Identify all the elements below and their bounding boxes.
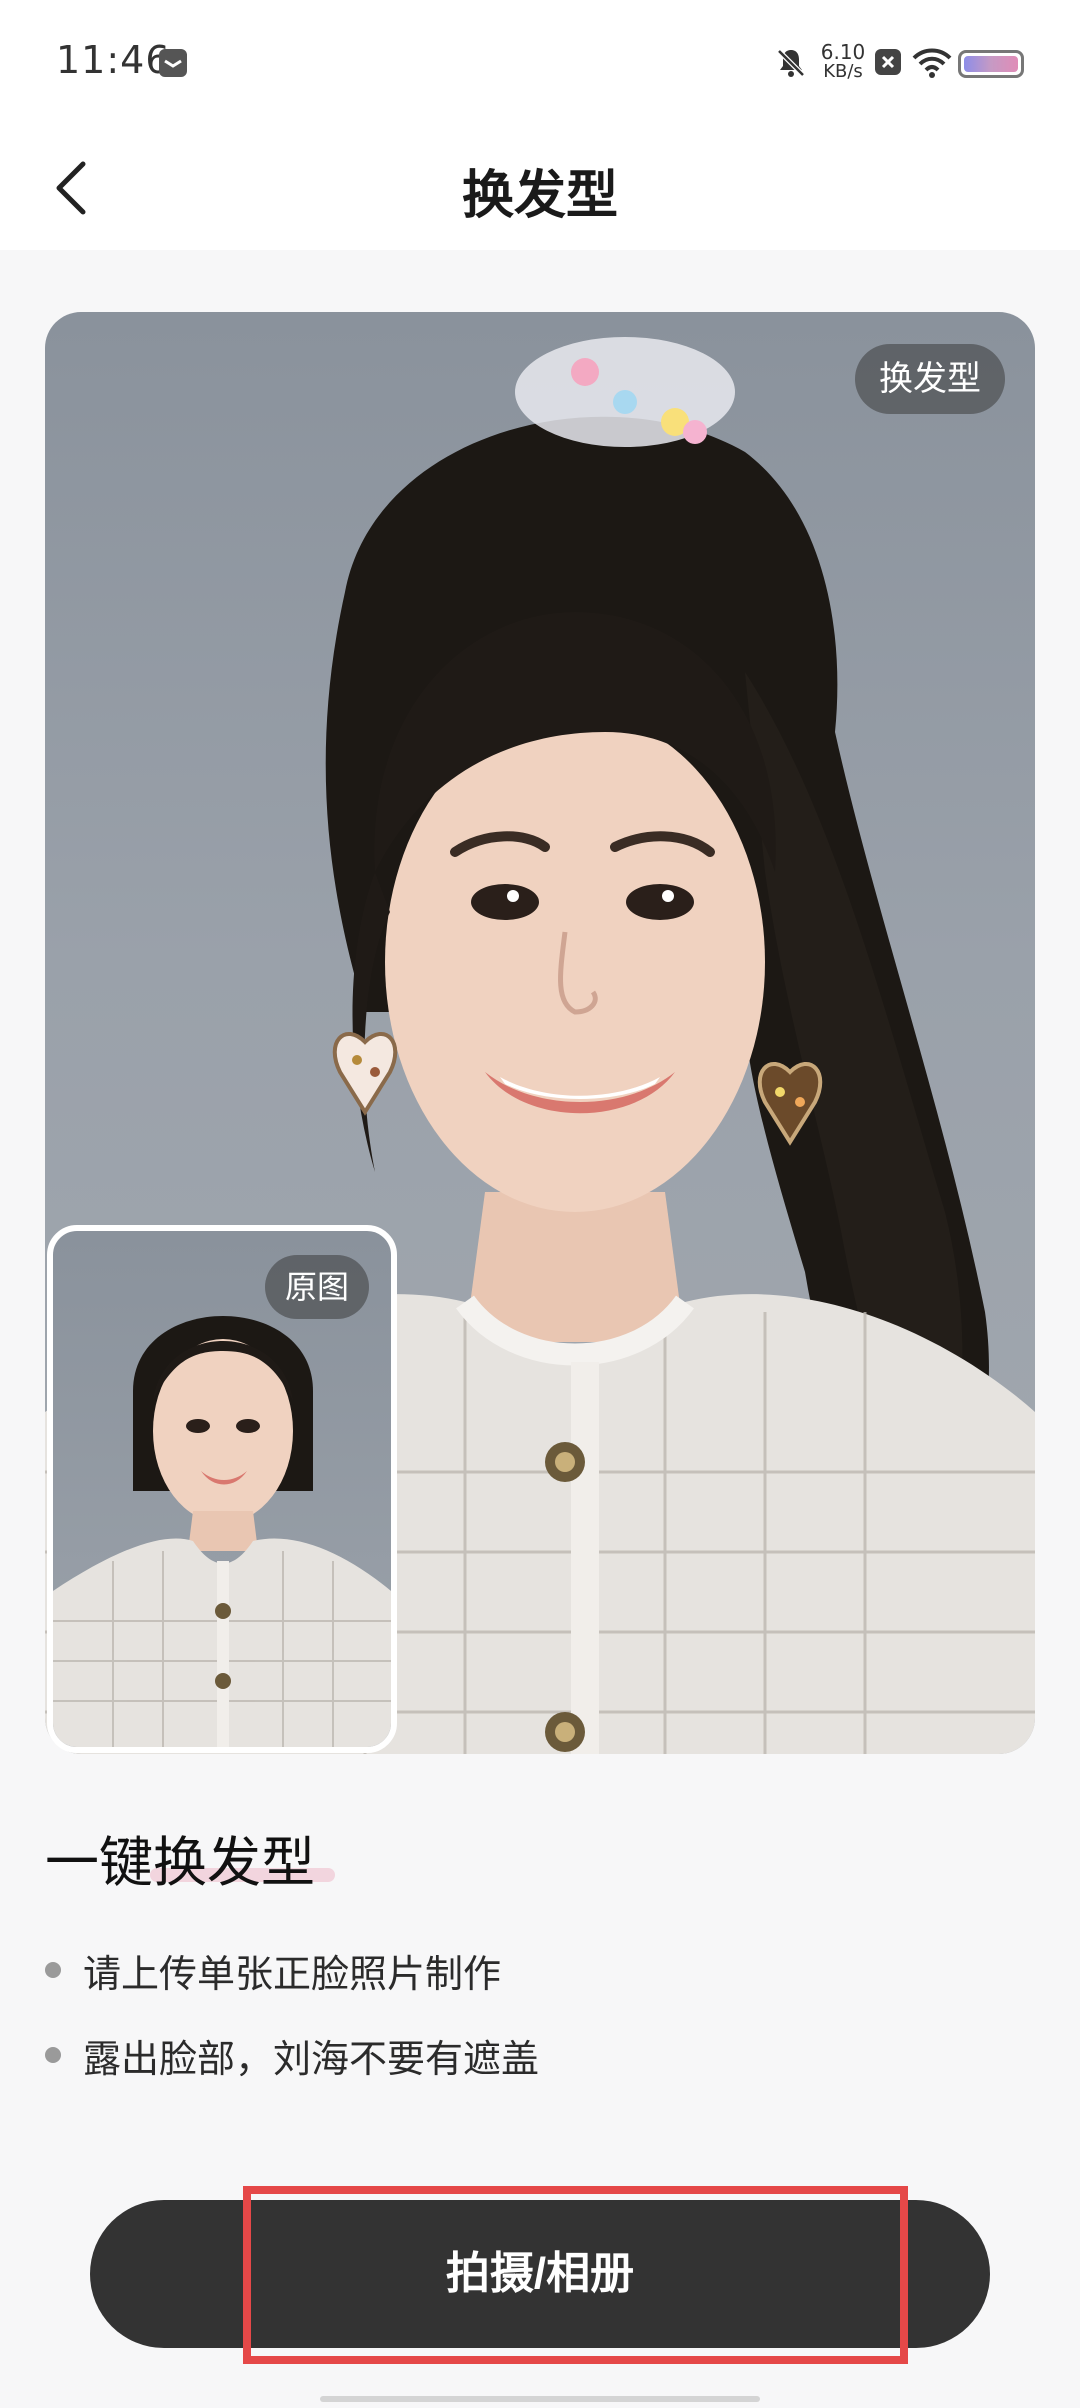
feature-title: 一键换发型	[45, 1831, 315, 1894]
original-tag-badge: 原图	[264, 1255, 369, 1319]
home-indicator[interactable]	[320, 2396, 760, 2402]
app-header: 换发型	[0, 125, 1080, 250]
page-title: 换发型	[461, 166, 618, 226]
network-speed: 6.10 KB/s	[818, 42, 868, 82]
bullet-dot-icon	[45, 1962, 61, 1978]
mute-bell-icon	[777, 49, 805, 77]
network-speed-unit: KB/s	[823, 61, 863, 82]
tip-text: 请上传单张正脸照片制作	[83, 1951, 502, 1996]
tip-item: 露出脸部，刘海不要有遮盖	[45, 2030, 540, 2081]
original-photo-thumbnail[interactable]: 原图	[47, 1225, 397, 1753]
status-time: 11:46	[56, 38, 171, 82]
tip-text: 露出脸部，刘海不要有遮盖	[83, 2036, 540, 2081]
battery-icon	[958, 50, 1024, 78]
result-tag-badge: 换发型	[855, 344, 1005, 414]
message-icon	[159, 49, 187, 77]
network-speed-value: 6.10	[820, 40, 866, 64]
capture-or-album-button[interactable]: 拍摄/相册	[90, 2200, 990, 2348]
bullet-dot-icon	[45, 2047, 61, 2063]
tip-item: 请上传单张正脸照片制作	[45, 1945, 502, 1996]
close-box-icon	[875, 49, 901, 75]
status-bar: 11:46 6.10 KB/s	[0, 0, 1080, 125]
wifi-icon	[912, 48, 952, 78]
